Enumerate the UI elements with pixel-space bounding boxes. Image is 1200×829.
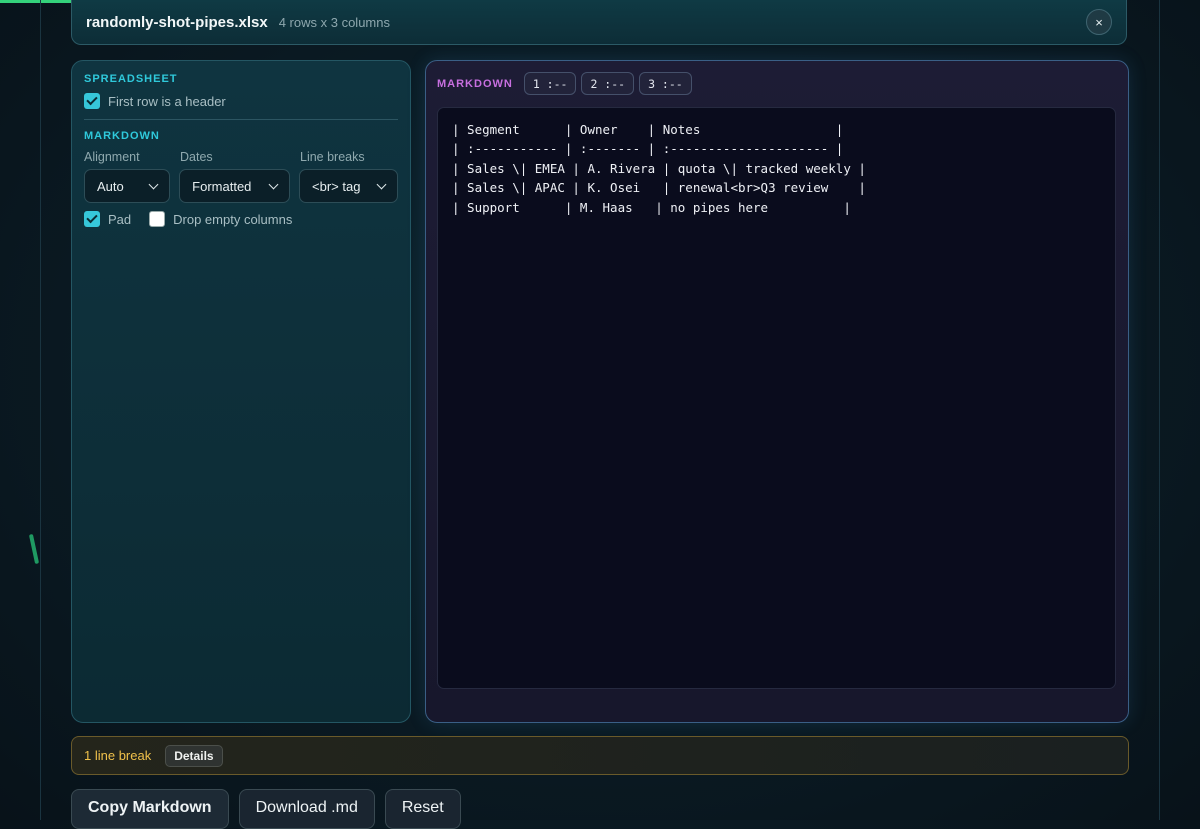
- chevron-down-icon: [268, 179, 279, 189]
- dates-value: Formatted: [192, 178, 252, 194]
- line-breaks-label: Line breaks: [300, 150, 365, 164]
- progress-indicator: [0, 0, 78, 3]
- output-header: MARKDOWN 1 :-- 2 :-- 3 :--: [437, 72, 697, 95]
- notice-bar: 1 line break Details: [71, 736, 1129, 775]
- pad-checkbox[interactable]: [84, 211, 100, 227]
- close-button[interactable]: ×: [1086, 9, 1112, 35]
- right-rail: [1159, 0, 1160, 820]
- pad-label: Pad: [108, 211, 132, 227]
- reset-button[interactable]: Reset: [384, 789, 461, 829]
- chevron-down-icon: [376, 179, 387, 189]
- extra-options: Pad Drop empty columns: [84, 211, 398, 227]
- drop-empty-label: Drop empty columns: [173, 211, 293, 227]
- option-selects: Auto Formatted <br> tag: [84, 169, 398, 203]
- section-divider: [84, 119, 398, 120]
- first-row-header-option[interactable]: First row is a header: [84, 93, 398, 109]
- file-meta: 4 rows x 3 columns: [278, 14, 390, 30]
- first-row-header-checkbox[interactable]: [84, 93, 100, 109]
- column-chip[interactable]: 3 :--: [639, 72, 692, 95]
- close-icon: ×: [1095, 14, 1103, 30]
- line-breaks-value: <br> tag: [312, 178, 361, 194]
- action-bar: Copy Markdown Download .md Reset: [71, 789, 471, 829]
- spreadsheet-section-label: SPREADSHEET: [84, 73, 178, 85]
- options-panel: SPREADSHEET First row is a header MARKDO…: [71, 60, 411, 723]
- download-md-button[interactable]: Download .md: [238, 789, 375, 829]
- chevron-down-icon: [148, 179, 159, 189]
- decorative-mark: [28, 533, 40, 565]
- line-breaks-select[interactable]: <br> tag: [299, 169, 398, 203]
- alignment-select[interactable]: Auto: [84, 169, 171, 203]
- column-chip[interactable]: 2 :--: [581, 72, 635, 95]
- output-label: MARKDOWN: [437, 77, 513, 90]
- alignment-label: Alignment: [84, 150, 140, 164]
- markdown-output[interactable]: | Segment | Owner | Notes | | :---------…: [437, 107, 1116, 689]
- copy-markdown-button[interactable]: Copy Markdown: [71, 789, 229, 829]
- pad-option[interactable]: Pad: [84, 211, 131, 227]
- drop-empty-checkbox[interactable]: [149, 211, 166, 227]
- dates-select[interactable]: Formatted: [179, 169, 290, 203]
- details-button[interactable]: Details: [165, 744, 223, 767]
- file-bar: randomly-shot-pipes.xlsx 4 rows x 3 colu…: [71, 0, 1127, 45]
- first-row-header-label: First row is a header: [108, 93, 226, 109]
- field-labels: Alignment Dates Line breaks: [84, 150, 398, 164]
- alignment-value: Auto: [97, 178, 124, 194]
- column-chip[interactable]: 1 :--: [523, 72, 577, 95]
- dates-label: Dates: [180, 150, 213, 164]
- drop-empty-option[interactable]: Drop empty columns: [149, 211, 292, 227]
- markdown-section-label: MARKDOWN: [84, 130, 160, 142]
- left-rail: [40, 0, 41, 820]
- file-name: randomly-shot-pipes.xlsx: [86, 13, 268, 31]
- markdown-output-panel: MARKDOWN 1 :-- 2 :-- 3 :-- | Segment | O…: [425, 60, 1129, 723]
- notice-text: 1 line break: [84, 748, 152, 763]
